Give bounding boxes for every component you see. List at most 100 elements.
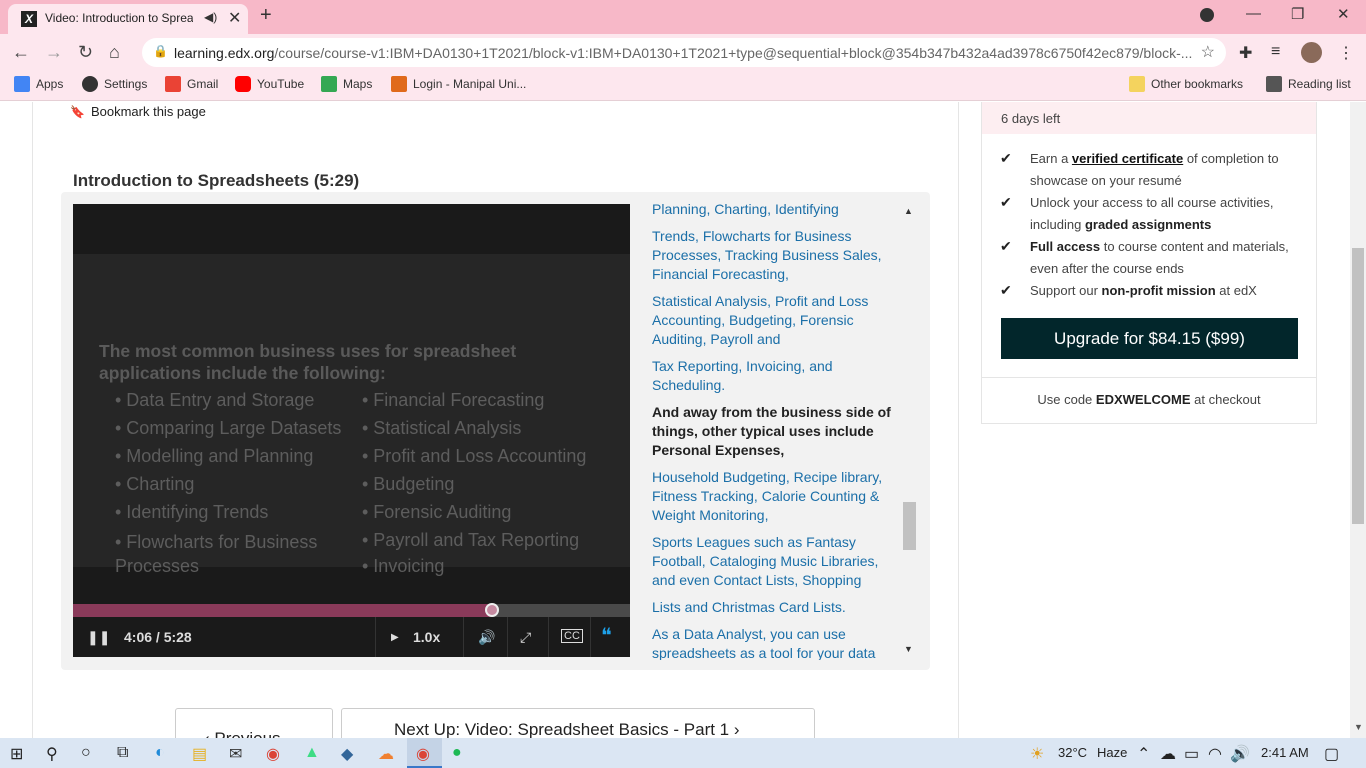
wifi-icon[interactable]: ◠ bbox=[1208, 744, 1222, 764]
weather-icon: ☀ bbox=[1030, 746, 1045, 763]
chrome-icon: ◉ bbox=[416, 746, 430, 763]
pause-icon[interactable]: ❚❚ bbox=[87, 629, 110, 646]
slide-heading: The most common business uses for spread… bbox=[99, 341, 517, 383]
apps-grid-icon bbox=[14, 76, 30, 92]
transcript-line[interactable]: And away from the business side of thing… bbox=[652, 403, 900, 460]
android-studio-icon[interactable]: ▲ bbox=[304, 744, 320, 762]
avatar[interactable] bbox=[1301, 42, 1322, 63]
profile-dropdown-icon[interactable] bbox=[1200, 8, 1214, 22]
page-scrollbar[interactable]: ▼ bbox=[1350, 102, 1366, 738]
forward-arrow-icon[interactable]: → bbox=[45, 42, 63, 63]
volume-icon[interactable]: 🔊 bbox=[478, 629, 495, 646]
previous-button[interactable]: ‹ Previous bbox=[175, 708, 333, 738]
transcript-scrollbar[interactable]: ▲ ▼ bbox=[902, 206, 916, 656]
browser-tab[interactable]: X Video: Introduction to Spreadsheets ◀︎… bbox=[8, 4, 248, 34]
bookmark-star-icon[interactable]: ☆ bbox=[1201, 42, 1215, 62]
perk-nonprofit: Support our non-profit mission at edX bbox=[1030, 283, 1257, 298]
transcript-line[interactable]: Trends, Flowcharts for Business Processe… bbox=[652, 227, 900, 284]
speed-arrow-icon[interactable]: ▶ bbox=[391, 632, 399, 643]
bookmark-apps[interactable]: Apps bbox=[14, 76, 63, 92]
speed-button[interactable]: 1.0x bbox=[413, 629, 440, 645]
days-left-banner: 6 days left bbox=[982, 102, 1316, 134]
transcript-quote-icon[interactable]: ❝ bbox=[601, 623, 612, 648]
video-player[interactable]: The most common business uses for spread… bbox=[73, 204, 630, 657]
bookmark-settings[interactable]: Settings bbox=[82, 76, 147, 92]
transcript-line[interactable]: Household Budgeting, Recipe library, Fit… bbox=[652, 468, 900, 525]
progress-handle[interactable] bbox=[485, 603, 499, 617]
tray-chevron-icon[interactable]: ⌃ bbox=[1137, 744, 1150, 764]
reload-icon[interactable]: ↻ bbox=[78, 42, 93, 63]
cortana-icon[interactable]: ○ bbox=[81, 744, 91, 762]
task-view-icon[interactable]: ⧉ bbox=[117, 744, 128, 762]
other-bookmarks[interactable]: Other bookmarks bbox=[1129, 76, 1243, 92]
bookmark-maps[interactable]: Maps bbox=[321, 76, 372, 92]
file-explorer-icon[interactable]: ▤ bbox=[192, 744, 207, 764]
tab-close-icon[interactable]: ✕ bbox=[228, 8, 241, 28]
upgrade-button[interactable]: Upgrade for $84.15 ($99) bbox=[1001, 318, 1298, 359]
search-icon[interactable]: ⚲ bbox=[46, 744, 58, 764]
spotify-icon[interactable]: ● bbox=[452, 744, 462, 762]
video-time: 4:06 / 5:28 bbox=[124, 629, 192, 645]
edx-favicon-icon: X bbox=[21, 11, 37, 27]
weather-text: Haze bbox=[1097, 745, 1128, 760]
menu-icon[interactable]: ⋮ bbox=[1338, 43, 1354, 63]
transcript-scroll-thumb[interactable] bbox=[903, 502, 916, 550]
transcript-line[interactable]: Tax Reporting, Invoicing, and Scheduling… bbox=[652, 357, 900, 395]
slide-item: • Comparing Large Datasets bbox=[115, 418, 342, 438]
youtube-icon bbox=[235, 76, 251, 92]
transcript-line[interactable]: Statistical Analysis, Profit and Loss Ac… bbox=[652, 292, 900, 349]
bookmark-gmail[interactable]: Gmail bbox=[165, 76, 218, 92]
audio-playing-icon[interactable]: ◀︎) bbox=[204, 10, 217, 24]
video-slide: The most common business uses for spread… bbox=[73, 254, 630, 576]
notifications-icon[interactable]: ▢ bbox=[1324, 744, 1339, 764]
new-tab-button[interactable]: + bbox=[260, 4, 272, 27]
media-control-icon[interactable]: ≡ bbox=[1271, 43, 1280, 61]
next-up-button[interactable]: Next Up: Video: Spreadsheet Basics - Par… bbox=[341, 708, 815, 738]
scroll-down-arrow-icon[interactable]: ▼ bbox=[904, 644, 913, 654]
scroll-down-arrow-icon[interactable]: ▼ bbox=[1354, 722, 1363, 732]
reading-list[interactable]: Reading list bbox=[1266, 76, 1351, 92]
mail-icon[interactable]: ✉ bbox=[229, 744, 242, 764]
bookmark-page-link[interactable]: 🔖 Bookmark this page bbox=[70, 104, 206, 119]
page-content: 🔖 Bookmark this page Introduction to Spre… bbox=[0, 102, 1366, 738]
page-scroll-thumb[interactable] bbox=[1352, 248, 1364, 524]
closed-captions-icon[interactable]: CC bbox=[561, 629, 583, 643]
battery-icon[interactable]: ▭ bbox=[1184, 744, 1199, 764]
close-window-button[interactable]: ✕ bbox=[1337, 5, 1350, 23]
transcript-line[interactable]: As a Data Analyst, you can use spreadshe… bbox=[652, 625, 900, 660]
extensions-icon[interactable]: ✚ bbox=[1239, 43, 1252, 63]
slide-item: • Financial Forecasting bbox=[362, 390, 545, 410]
transcript-panel[interactable]: Planning, Charting, Identifying Trends, F… bbox=[652, 200, 900, 660]
back-arrow-icon[interactable]: ← bbox=[12, 42, 30, 63]
verified-certificate-link[interactable]: verified certificate bbox=[1072, 151, 1183, 166]
onedrive-icon[interactable]: ☁ bbox=[1160, 744, 1176, 764]
home-icon[interactable]: ⌂ bbox=[109, 42, 120, 63]
slide-item: • Invoicing bbox=[362, 556, 445, 576]
minimize-button[interactable]: — bbox=[1246, 5, 1261, 22]
speaker-icon[interactable]: 🔊 bbox=[1230, 744, 1250, 764]
bookmark-youtube[interactable]: YouTube bbox=[235, 76, 304, 92]
windows-taskbar: ⊞ ⚲ ○ ⧉ ◐ ▤ ✉ ◉ ▲ ◆ ☁ ◉ ● ☀ 32°C Haze ⌃ … bbox=[0, 738, 1366, 768]
transcript-line[interactable]: Planning, Charting, Identifying bbox=[652, 200, 900, 219]
python-icon[interactable]: ◆ bbox=[341, 744, 353, 764]
clock[interactable]: 2:41 AM bbox=[1261, 745, 1309, 760]
restore-button[interactable]: ❐ bbox=[1291, 5, 1304, 23]
slide-item: • Identifying Trends bbox=[115, 502, 269, 522]
control-divider bbox=[590, 617, 591, 657]
transcript-line[interactable]: Sports Leagues such as Fantasy Football,… bbox=[652, 533, 900, 590]
scroll-up-arrow-icon[interactable]: ▲ bbox=[904, 206, 913, 216]
lock-icon: 🔒 bbox=[153, 44, 168, 58]
windows-start-icon[interactable]: ⊞ bbox=[10, 744, 23, 764]
chrome-app-icon[interactable]: ◉ bbox=[266, 744, 280, 764]
edge-icon[interactable]: ◐ bbox=[155, 744, 165, 762]
bookmark-manipal[interactable]: Login - Manipal Uni... bbox=[391, 76, 526, 92]
app-icon[interactable]: ☁ bbox=[378, 744, 394, 764]
perk-certificate: Earn a verified certificate of completio… bbox=[1030, 151, 1279, 188]
video-progress-bar[interactable] bbox=[73, 603, 630, 617]
fullscreen-icon[interactable]: ⤢ bbox=[520, 629, 531, 646]
transcript-line[interactable]: Lists and Christmas Card Lists. bbox=[652, 598, 900, 617]
active-app-chrome[interactable]: ◉ bbox=[407, 738, 442, 768]
address-bar[interactable]: 🔒 learning.edx.org/course/course-v1:IBM+… bbox=[142, 38, 1226, 67]
url-text: learning.edx.org/course/course-v1:IBM+DA… bbox=[174, 45, 1193, 61]
bookmarks-bar: Apps Settings Gmail YouTube Maps Login -… bbox=[0, 70, 1366, 164]
